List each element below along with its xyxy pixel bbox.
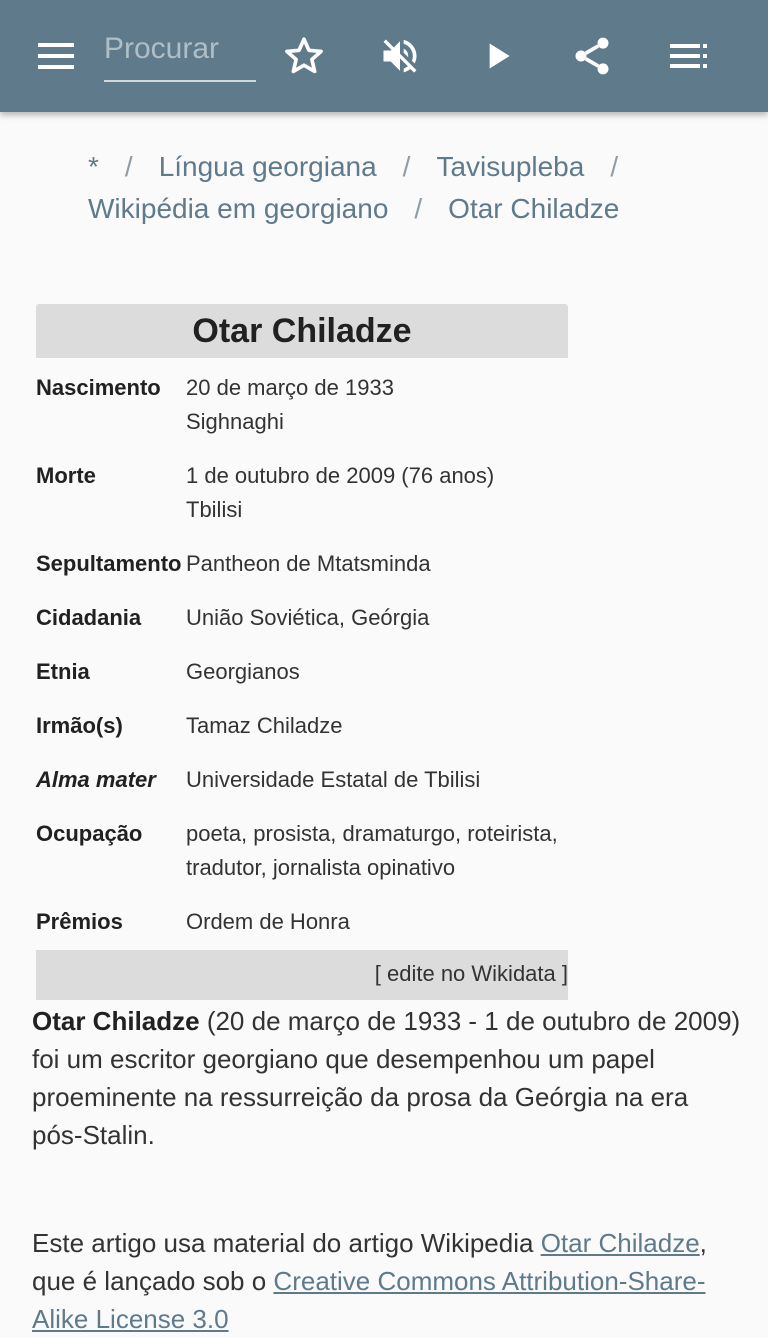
volume-off-icon bbox=[383, 39, 417, 73]
infobox-row: Sepultamento Pantheon de Mtatsminda bbox=[36, 547, 568, 581]
breadcrumb-item[interactable]: Tavisupleba bbox=[436, 151, 584, 182]
bookmark-button[interactable] bbox=[276, 28, 332, 84]
infobox-row: Morte 1 de outubro de 2009 (76 anos) Tbil… bbox=[36, 459, 568, 527]
share-button[interactable] bbox=[564, 28, 620, 84]
attribution-paragraph: Este artigo usa material do artigo Wikip… bbox=[32, 1224, 742, 1338]
share-icon bbox=[575, 37, 609, 75]
breadcrumb-item-current[interactable]: Otar Chiladze bbox=[448, 193, 619, 224]
breadcrumb-item[interactable]: Wikipédia em georgiano bbox=[88, 193, 388, 224]
hamburger-menu-icon bbox=[38, 43, 74, 69]
infobox-label: Nascimento bbox=[36, 375, 161, 400]
infobox-row: Cidadania União Soviética, Geórgia bbox=[36, 601, 568, 635]
infobox-value: 1 de outubro de 2009 (76 anos) Tbilisi bbox=[186, 463, 495, 522]
search-input[interactable] bbox=[104, 22, 256, 76]
infobox-row: Nascimento 20 de março de 1933 Sighnaghi bbox=[36, 371, 568, 439]
infobox-label: Irmão(s) bbox=[36, 713, 123, 738]
infobox-row: Etnia Georgianos bbox=[36, 655, 568, 689]
search-field[interactable] bbox=[104, 22, 256, 82]
infobox-value: Ordem de Honra bbox=[186, 909, 350, 934]
infobox-label: Sepultamento bbox=[36, 551, 182, 576]
breadcrumb-separator: / bbox=[124, 151, 133, 182]
article-subject: Otar Chiladze bbox=[32, 1006, 200, 1036]
table-of-contents-button[interactable] bbox=[660, 28, 716, 84]
infobox-label: Prêmios bbox=[36, 909, 123, 934]
infobox-row: Ocupação poeta, prosista, dramaturgo, ro… bbox=[36, 817, 568, 885]
infobox-value: Georgianos bbox=[186, 659, 300, 684]
attribution-prefix: Este artigo usa material do artigo Wikip… bbox=[32, 1228, 541, 1258]
infobox-row: Prêmios Ordem de Honra bbox=[36, 905, 568, 939]
menu-button[interactable] bbox=[28, 28, 84, 84]
breadcrumb-item[interactable]: * bbox=[88, 151, 99, 182]
play-icon bbox=[489, 43, 510, 69]
infobox-footer: [ edite no Wikidata ] bbox=[36, 950, 568, 1000]
mute-button[interactable] bbox=[372, 28, 428, 84]
infobox-value: 20 de março de 1933 Sighnaghi bbox=[186, 375, 394, 434]
infobox-row: Irmão(s) Tamaz Chiladze bbox=[36, 709, 568, 743]
play-button[interactable] bbox=[470, 28, 526, 84]
infobox-row: Alma mater Universidade Estatal de Tbili… bbox=[36, 763, 568, 797]
infobox-label: Morte bbox=[36, 463, 96, 488]
breadcrumb: * / Língua georgiana / Tavisupleba / Wikipédia… bbox=[88, 146, 708, 230]
infobox-label: Ocupação bbox=[36, 821, 143, 846]
breadcrumb-separator: / bbox=[610, 151, 619, 182]
breadcrumb-item[interactable]: Língua georgiana bbox=[159, 151, 377, 182]
infobox-value: Universidade Estatal de Tbilisi bbox=[186, 767, 481, 792]
infobox: Otar Chiladze Nascimento 20 de março de … bbox=[36, 304, 568, 939]
toc-list-icon bbox=[670, 44, 707, 68]
infobox-value: Pantheon de Mtatsminda bbox=[186, 551, 431, 576]
infobox-label: Cidadania bbox=[36, 605, 142, 630]
edit-wikidata-link[interactable]: [ edite no Wikidata ] bbox=[375, 961, 568, 986]
article-paragraph: Otar Chiladze (20 de março de 1933 - 1 d… bbox=[32, 1002, 742, 1154]
infobox-label: Alma mater bbox=[36, 767, 156, 792]
source-article-link[interactable]: Otar Chiladze bbox=[541, 1228, 700, 1258]
app-bar bbox=[0, 0, 768, 112]
breadcrumb-separator: / bbox=[402, 151, 411, 182]
infobox-value: União Soviética, Geórgia bbox=[186, 605, 430, 630]
infobox-label: Etnia bbox=[36, 659, 90, 684]
infobox-value: poeta, prosista, dramaturgo, roteirista,… bbox=[186, 821, 558, 880]
breadcrumb-separator: / bbox=[414, 193, 423, 224]
infobox-value: Tamaz Chiladze bbox=[186, 713, 343, 738]
infobox-title: Otar Chiladze bbox=[36, 304, 568, 358]
star-outline-icon bbox=[285, 37, 323, 74]
